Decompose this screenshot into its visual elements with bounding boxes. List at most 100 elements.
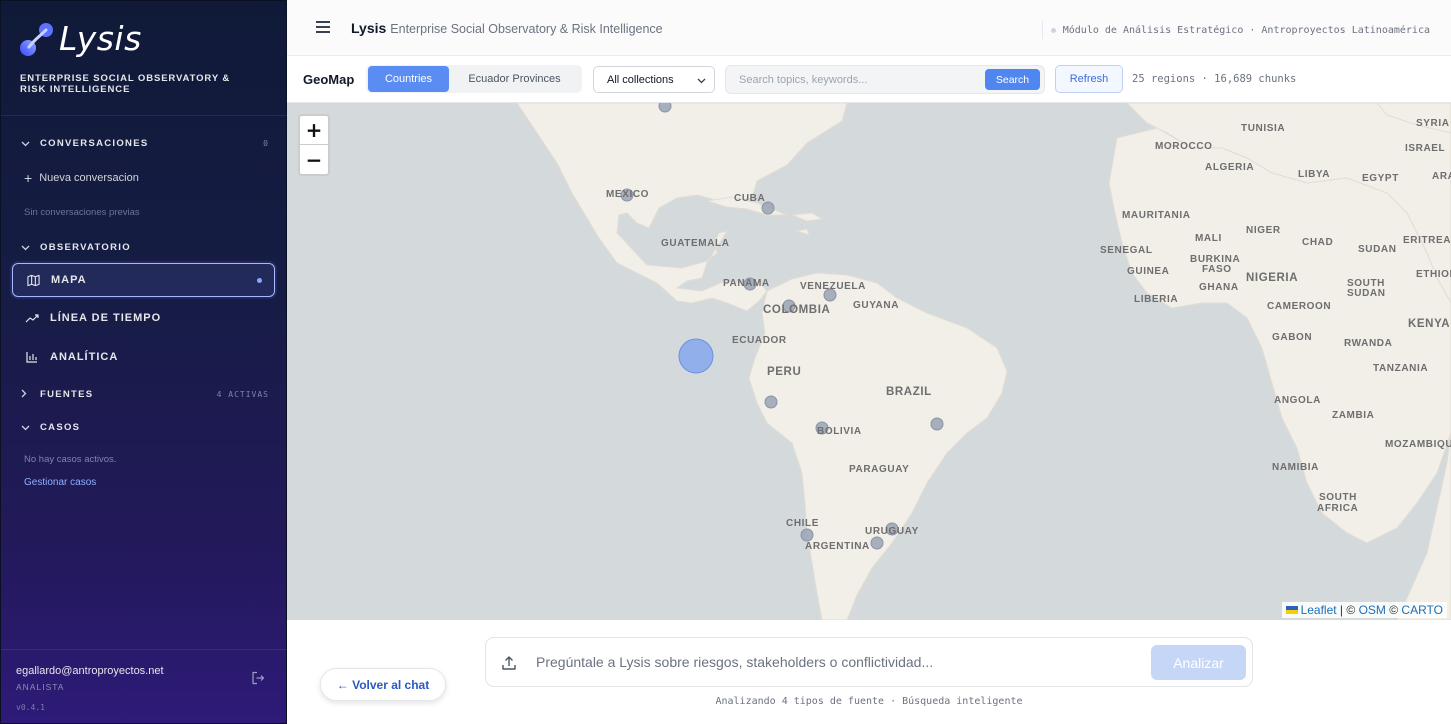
map-label: SYRIA	[1416, 118, 1450, 129]
conversation-count: 0	[263, 139, 269, 148]
map-label: CUBA	[734, 193, 766, 204]
app-title: Lysis	[351, 20, 387, 36]
map-label: MALI	[1195, 233, 1222, 244]
map-label: BRAZIL	[886, 386, 932, 398]
user-email: egallardo@antroproyectos.net	[16, 665, 164, 677]
map-label: ARGENTINA	[805, 541, 870, 552]
nav-label: LÍNEA DE TIEMPO	[50, 312, 162, 324]
geo-map[interactable]: + − MEXICO CUBA GUATEMALA PANAMA VENEZUE…	[287, 103, 1451, 620]
app-subtitle: Enterprise Social Observatory & Risk Int…	[390, 22, 663, 36]
zoom-out-button[interactable]: −	[300, 145, 328, 174]
map-label: ECUADOR	[732, 335, 787, 346]
map-label: COLOMBIA	[763, 304, 831, 316]
sidebar-divider	[1, 115, 288, 116]
map-label: ALGERIA	[1205, 162, 1255, 173]
refresh-button[interactable]: Refresh	[1055, 65, 1123, 93]
map-attribution: Leaflet | © OSM © CARTO	[1281, 602, 1447, 618]
map-label: NIGERIA	[1246, 272, 1299, 284]
chevron-down-icon	[21, 243, 33, 253]
analyze-button[interactable]: Analizar	[1151, 645, 1246, 680]
carto-link[interactable]: CARTO	[1401, 603, 1443, 617]
section-observatorio[interactable]: OBSERVATORIO	[21, 242, 269, 253]
map-label: BOLIVIA	[817, 426, 862, 437]
map-toolbar: GeoMap Countries Ecuador Provinces All c…	[287, 56, 1451, 103]
map-label: TUNISIA	[1241, 123, 1286, 134]
map-label: GUINEA	[1127, 266, 1170, 277]
map-label: ZAMBIA	[1332, 410, 1375, 421]
map-label: FASO	[1202, 264, 1232, 275]
search-button[interactable]: Search	[985, 69, 1040, 90]
nav-item-linea-de-tiempo[interactable]: LÍNEA DE TIEMPO	[12, 301, 275, 335]
new-conversation-label: Nueva conversacion	[39, 172, 139, 184]
page-title: Lysis Enterprise Social Observatory & Ris…	[351, 20, 663, 36]
chevron-right-icon	[21, 389, 33, 400]
map-stats: 25 regions · 16,689 chunks	[1132, 73, 1297, 85]
map-label: SOUTH	[1319, 492, 1357, 503]
tab-countries[interactable]: Countries	[368, 66, 449, 92]
section-title: FUENTES	[40, 389, 94, 400]
chat-composer: Analizar	[485, 637, 1253, 687]
map-label: VENEZUELA	[800, 281, 866, 292]
tab-ecuador-provinces[interactable]: Ecuador Provinces	[449, 66, 580, 92]
app-version: v0.4.1	[16, 703, 45, 712]
user-role: ANALISTA	[16, 682, 65, 692]
map-label: GABON	[1272, 332, 1313, 343]
logout-icon[interactable]	[251, 671, 265, 685]
lysis-logo-icon	[19, 21, 55, 57]
map-label: GUATEMALA	[661, 238, 730, 249]
map-label: CAMEROON	[1267, 301, 1332, 312]
collection-select-value: All collections	[607, 73, 674, 86]
active-sources-badge: 4 ACTIVAS	[216, 390, 269, 399]
map-label: URUGUAY	[865, 526, 919, 537]
section-title: CASOS	[40, 422, 81, 433]
bar-chart-icon	[25, 350, 39, 364]
manage-cases-link[interactable]: Gestionar casos	[24, 477, 96, 488]
map-label: AFRICA	[1317, 503, 1359, 514]
zoom-in-button[interactable]: +	[300, 116, 328, 145]
trend-icon	[25, 311, 39, 325]
section-casos[interactable]: CASOS	[21, 422, 269, 433]
search-box: Search	[725, 65, 1045, 94]
module-context: Módulo de Análisis Estratégico · Antropr…	[1062, 24, 1430, 36]
map-label: ETHIOPI	[1416, 269, 1451, 280]
new-conversation-button[interactable]: + Nueva conversacion	[24, 170, 139, 186]
nav-label: MAPA	[51, 274, 87, 286]
map-label: ARA	[1432, 171, 1451, 182]
map-label: KENYA	[1408, 318, 1451, 330]
map-label: GHANA	[1199, 282, 1239, 293]
osm-link[interactable]: OSM	[1359, 603, 1386, 617]
map-label: ANGOLA	[1274, 395, 1321, 406]
map-label: MOZAMBIQUE	[1385, 439, 1451, 450]
map-label: SUDAN	[1358, 244, 1397, 255]
chevron-down-icon	[697, 75, 706, 84]
map-label: MOROCCO	[1155, 141, 1213, 152]
map-label: NAMIBIA	[1272, 462, 1319, 473]
plus-icon: +	[24, 170, 33, 186]
leaflet-link[interactable]: Leaflet	[1301, 603, 1337, 617]
nav-item-mapa[interactable]: MAPA	[12, 263, 275, 297]
upload-icon[interactable]	[501, 655, 517, 671]
brand-logo[interactable]: Lysis	[19, 19, 142, 58]
composer-footnote: Analizando 4 tipos de fuente · Búsqueda …	[715, 696, 1023, 707]
menu-icon[interactable]	[316, 21, 330, 33]
no-cases-text: No hay casos activos.	[24, 454, 117, 465]
map-label: NIGER	[1246, 225, 1281, 236]
divider	[1041, 21, 1043, 39]
section-title: OBSERVATORIO	[40, 242, 131, 253]
status-dot	[1050, 27, 1056, 33]
map-label: LIBYA	[1298, 169, 1331, 180]
collection-select[interactable]: All collections	[593, 66, 715, 93]
active-indicator	[257, 277, 262, 283]
ukraine-flag-icon	[1285, 606, 1298, 614]
view-segmented-control: Countries Ecuador Provinces	[366, 65, 582, 93]
zoom-control: + −	[298, 114, 330, 176]
section-conversaciones[interactable]: CONVERSACIONES 0	[21, 138, 269, 149]
chat-input[interactable]	[536, 648, 1136, 676]
map-label: MEXICO	[606, 189, 650, 200]
search-input[interactable]	[727, 67, 982, 92]
nav-item-analitica[interactable]: ANALÍTICA	[12, 340, 275, 374]
section-fuentes[interactable]: FUENTES 4 ACTIVAS	[21, 389, 269, 400]
map-label: RWANDA	[1344, 338, 1393, 349]
map-label: SENEGAL	[1100, 245, 1153, 256]
no-conversations-text: Sin conversaciones previas	[24, 207, 140, 218]
